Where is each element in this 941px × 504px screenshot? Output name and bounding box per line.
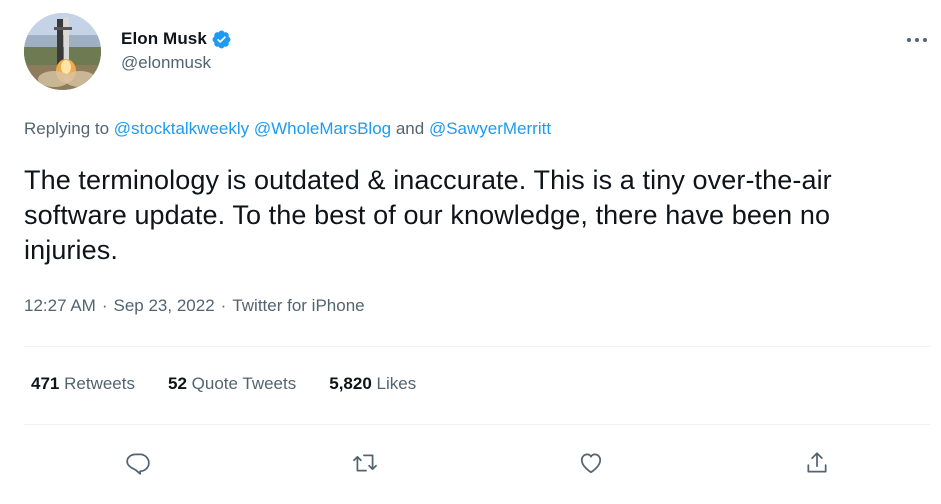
author-name-row[interactable]: Elon Musk bbox=[121, 28, 232, 50]
replying-to: Replying to @stocktalkweekly @WholeMarsB… bbox=[24, 119, 551, 139]
tweet-card: Elon Musk @elonmusk Replying to @stockta… bbox=[0, 0, 941, 504]
more-options-button[interactable] bbox=[905, 30, 929, 50]
quote-tweets-stat[interactable]: 52 Quote Tweets bbox=[168, 374, 296, 394]
handle[interactable]: @elonmusk bbox=[121, 53, 211, 73]
replying-conjunction: and bbox=[391, 119, 429, 138]
likes-label: Likes bbox=[376, 374, 417, 393]
replying-prefix: Replying to bbox=[24, 119, 114, 138]
avatar[interactable] bbox=[24, 13, 101, 90]
divider bbox=[24, 424, 930, 425]
mention-link[interactable]: @WholeMarsBlog bbox=[254, 119, 391, 138]
quotes-count: 52 bbox=[167, 374, 187, 393]
quotes-label: Quote Tweets bbox=[191, 374, 297, 393]
meta-separator: · bbox=[220, 296, 227, 315]
retweets-label: Retweets bbox=[64, 374, 135, 393]
tweet-text: The terminology is outdated & inaccurate… bbox=[24, 165, 832, 265]
heart-icon bbox=[580, 453, 602, 474]
display-name[interactable]: Elon Musk bbox=[121, 29, 207, 49]
meta-separator: · bbox=[101, 296, 108, 315]
tweet-date[interactable]: Sep 23, 2022 bbox=[114, 296, 215, 315]
reply-icon bbox=[126, 453, 150, 475]
retweets-count: 471 bbox=[31, 374, 60, 393]
likes-count: 5,820 bbox=[329, 374, 372, 393]
retweets-stat[interactable]: 471 Retweets bbox=[31, 374, 135, 394]
rocket-launch-avatar bbox=[24, 13, 101, 90]
tweet-stats: 471 Retweets 52 Quote Tweets 5,820 Likes bbox=[31, 374, 449, 394]
tweet-meta: 12:27 AM · Sep 23, 2022 · Twitter for iPhone bbox=[24, 296, 365, 316]
mention-link[interactable]: @stocktalkweekly bbox=[114, 119, 249, 138]
like-button[interactable] bbox=[575, 447, 607, 479]
share-button[interactable] bbox=[801, 447, 833, 479]
share-icon bbox=[807, 452, 827, 473]
more-horizontal-icon bbox=[907, 38, 927, 42]
divider bbox=[24, 346, 930, 347]
likes-stat[interactable]: 5,820 Likes bbox=[329, 374, 416, 394]
retweet-button[interactable] bbox=[349, 447, 381, 479]
verified-badge-icon bbox=[212, 30, 231, 48]
tweet-time[interactable]: 12:27 AM bbox=[24, 296, 96, 315]
retweet-icon bbox=[353, 454, 377, 472]
tweet-actions bbox=[0, 447, 941, 479]
tweet-source[interactable]: Twitter for iPhone bbox=[232, 296, 364, 315]
reply-button[interactable] bbox=[122, 447, 154, 479]
mention-link[interactable]: @SawyerMerritt bbox=[429, 119, 551, 138]
